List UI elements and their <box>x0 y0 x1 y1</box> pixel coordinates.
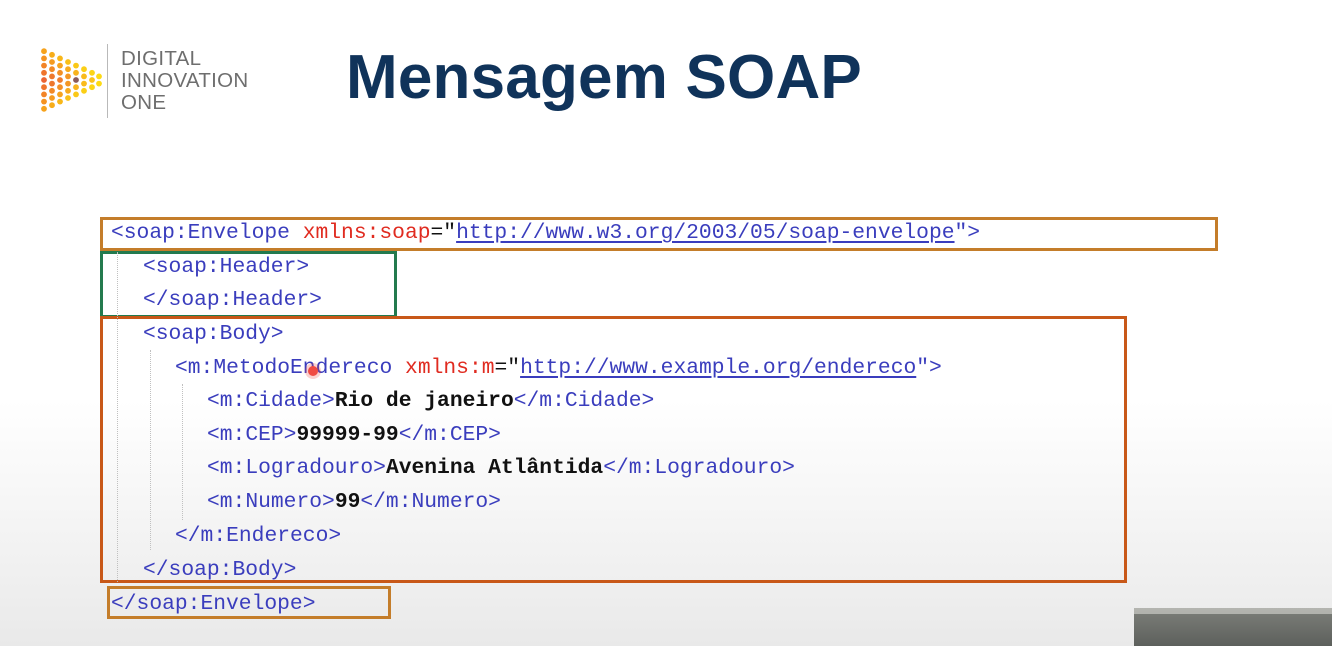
code-line-envelope-open: <soap:Envelope xmlns:soap="http://www.w3… <box>111 218 980 248</box>
attribute-name: xmlns:m <box>405 356 495 380</box>
indent-guide <box>182 384 183 520</box>
element-value: Rio de janeiro <box>334 389 514 413</box>
tag: </m:Cidade> <box>513 389 655 413</box>
code-line-method-open: <m:MetodoEndereco xmlns:m="http://www.ex… <box>175 353 942 383</box>
code-line-body-open: <soap:Body> <box>143 319 284 349</box>
element-value: Avenina Atlântida <box>385 456 604 480</box>
tag: <m:Logradouro> <box>207 456 386 480</box>
tag-close: "> <box>916 356 942 380</box>
code-line-header-open: <soap:Header> <box>143 252 309 282</box>
tag: </m:CEP> <box>398 423 501 447</box>
tag: <m:MetodoEndereco <box>175 356 406 380</box>
code-line-body-close: </soap:Body> <box>143 555 296 585</box>
pointer-cursor-icon <box>308 366 318 376</box>
tag: </m:Endereco> <box>175 524 342 548</box>
tag: <soap:Header> <box>143 255 310 279</box>
indent-guide <box>117 252 118 582</box>
tag: <soap:Body> <box>143 322 284 346</box>
tag: <soap:Envelope <box>111 221 303 245</box>
element-value: 99 <box>334 490 361 514</box>
indent-guide <box>150 350 151 550</box>
code-line-cidade: <m:Cidade>Rio de janeiro</m:Cidade> <box>207 386 654 416</box>
code-line-logradouro: <m:Logradouro>Avenina Atlântida</m:Logra… <box>207 453 795 483</box>
tag: <m:CEP> <box>207 423 297 447</box>
code-line-envelope-close: </soap:Envelope> <box>111 589 315 619</box>
tag: <m:Numero> <box>207 490 335 514</box>
code-line-numero: <m:Numero>99</m:Numero> <box>207 487 501 517</box>
element-value: 99999-99 <box>296 423 399 447</box>
tag: </soap:Envelope> <box>111 592 316 616</box>
tag: </soap:Body> <box>143 558 297 582</box>
namespace-url: http://www.w3.org/2003/05/soap-envelope <box>456 221 955 245</box>
namespace-url: http://www.example.org/endereco <box>520 356 917 380</box>
presenter-webcam-thumbnail <box>1134 608 1332 646</box>
attribute-name: xmlns:soap <box>302 221 431 245</box>
equals: =" <box>494 356 521 380</box>
tag: <m:Cidade> <box>207 389 335 413</box>
code-line-method-close: </m:Endereco> <box>175 521 341 551</box>
equals: =" <box>430 221 457 245</box>
tag: </m:Numero> <box>360 490 501 514</box>
tag: </m:Logradouro> <box>603 456 795 480</box>
tag-close: "> <box>954 221 981 245</box>
soap-code-block: <soap:Envelope xmlns:soap="http://www.w3… <box>0 0 1332 646</box>
code-line-header-close: </soap:Header> <box>143 285 322 315</box>
code-line-cep: <m:CEP>99999-99</m:CEP> <box>207 420 501 450</box>
tag: </soap:Header> <box>143 288 322 312</box>
